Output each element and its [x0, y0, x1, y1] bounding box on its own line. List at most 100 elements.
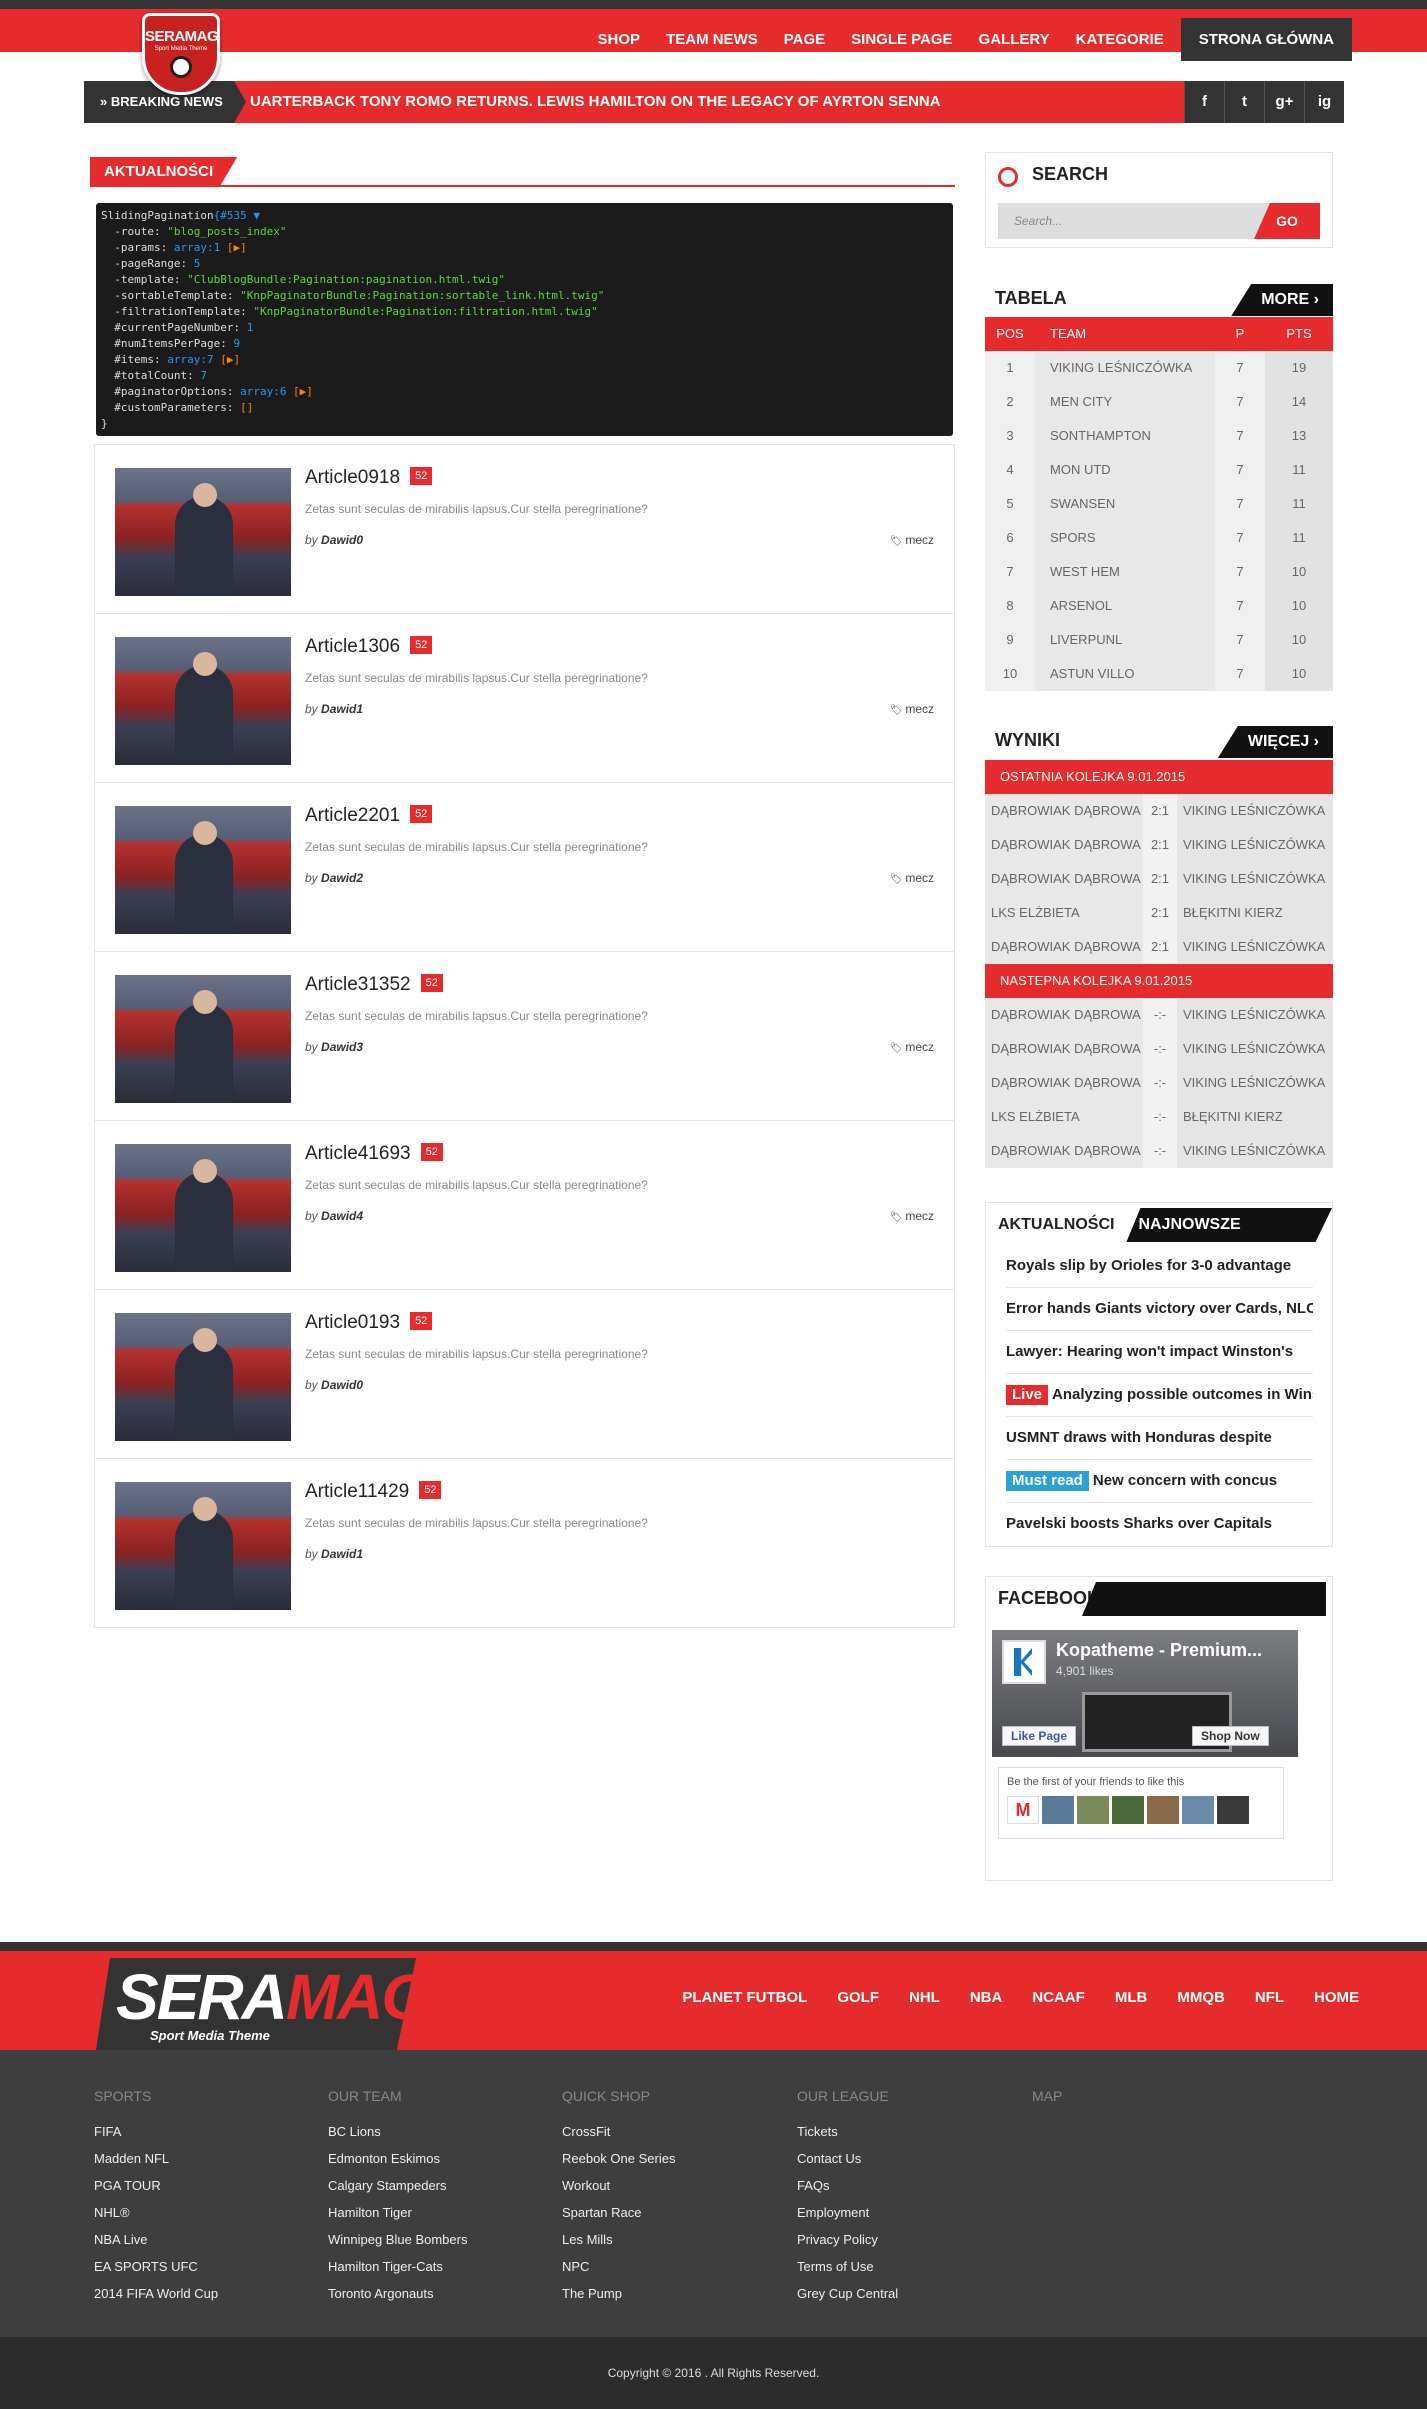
result-row[interactable]: DĄBROWIAK DĄBROWA 2:1 VIKING LEŚNICZÓWKA: [985, 930, 1333, 964]
facebook-page-name[interactable]: Kopatheme - Premium...: [1056, 1640, 1262, 1661]
footer-link[interactable]: BC Lions: [328, 2124, 467, 2139]
article-title[interactable]: Article0918: [305, 467, 400, 489]
nav-item-home[interactable]: STRONA GŁÓWNA: [1180, 18, 1352, 61]
footer-link[interactable]: Madden NFL: [94, 2151, 218, 2166]
footer-link[interactable]: FAQs: [797, 2178, 898, 2193]
avatar[interactable]: [1182, 1796, 1214, 1824]
footer-link[interactable]: Edmonton Eskimos: [328, 2151, 467, 2166]
article-title[interactable]: Article0193: [305, 1312, 400, 1334]
comment-item[interactable]: USMNT draws with Honduras despite: [1006, 1417, 1313, 1460]
article-tag[interactable]: 🏷 mecz: [890, 702, 934, 716]
avatar[interactable]: [1077, 1796, 1109, 1824]
footer-link[interactable]: PGA TOUR: [94, 2178, 218, 2193]
article-thumbnail[interactable]: [115, 975, 291, 1103]
shop-now-button[interactable]: Shop Now: [1192, 1726, 1269, 1746]
footer-link[interactable]: NPC: [562, 2259, 675, 2274]
article-thumbnail[interactable]: [115, 1313, 291, 1441]
footer-link[interactable]: Calgary Stampeders: [328, 2178, 467, 2193]
author-link[interactable]: Dawid0: [321, 533, 363, 547]
table-row[interactable]: 9 LIVERPUNL 7 10: [985, 623, 1333, 657]
footer-nav-item[interactable]: NBA: [970, 1989, 1003, 2006]
footer-link[interactable]: Privacy Policy: [797, 2232, 898, 2247]
result-row[interactable]: DĄBROWIAK DĄBROWA -:- VIKING LEŚNICZÓWKA: [985, 1032, 1333, 1066]
google-plus-icon[interactable]: g+: [1264, 81, 1304, 123]
table-row[interactable]: 8 ARSENOL 7 10: [985, 589, 1333, 623]
facebook-icon[interactable]: f: [1184, 81, 1224, 123]
result-row[interactable]: LKS ELŻBIETA 2:1 BŁĘKITNI KIERZ: [985, 896, 1333, 930]
result-row[interactable]: DĄBROWIAK DĄBROWA -:- VIKING LEŚNICZÓWKA: [985, 1134, 1333, 1168]
footer-nav-item[interactable]: HOME: [1314, 1989, 1359, 2006]
footer-link[interactable]: Toronto Argonauts: [328, 2286, 467, 2301]
footer-link[interactable]: NBA Live: [94, 2232, 218, 2247]
footer-link[interactable]: Hamilton Tiger-Cats: [328, 2259, 467, 2274]
result-row[interactable]: DĄBROWIAK DĄBROWA -:- VIKING LEŚNICZÓWKA: [985, 998, 1333, 1032]
article-tag[interactable]: 🏷 mecz: [890, 533, 934, 547]
author-link[interactable]: Dawid2: [321, 871, 363, 885]
footer-link[interactable]: FIFA: [94, 2124, 218, 2139]
nav-item-page[interactable]: PAGE: [771, 18, 838, 61]
comment-item[interactable]: Must read New concern with concus: [1006, 1460, 1313, 1503]
avatar[interactable]: [1217, 1796, 1249, 1824]
footer-link[interactable]: Hamilton Tiger: [328, 2205, 467, 2220]
footer-link[interactable]: Winnipeg Blue Bombers: [328, 2232, 467, 2247]
article-thumbnail[interactable]: [115, 468, 291, 596]
footer-link[interactable]: EA SPORTS UFC: [94, 2259, 218, 2274]
table-row[interactable]: 6 SPORS 7 11: [985, 521, 1333, 555]
instagram-icon[interactable]: ig: [1304, 81, 1344, 123]
article-thumbnail[interactable]: [115, 637, 291, 765]
footer-link[interactable]: Workout: [562, 2178, 675, 2193]
footer-nav-item[interactable]: MMQB: [1177, 1989, 1225, 2006]
debug-toggle[interactable]: [▶]: [214, 353, 240, 366]
nav-item-shop[interactable]: SHOP: [585, 18, 654, 61]
author-link[interactable]: Dawid1: [321, 702, 363, 716]
footer-link[interactable]: 2014 FIFA World Cup: [94, 2286, 218, 2301]
footer-nav-item[interactable]: MLB: [1115, 1989, 1148, 2006]
article-thumbnail[interactable]: [115, 806, 291, 934]
debug-toggle[interactable]: [▶]: [286, 385, 313, 398]
footer-nav-item[interactable]: NCAAF: [1032, 1989, 1085, 2006]
result-row[interactable]: DĄBROWIAK DĄBROWA 2:1 VIKING LEŚNICZÓWKA: [985, 828, 1333, 862]
article-title[interactable]: Article11429: [305, 1481, 409, 1503]
like-page-button[interactable]: Like Page: [1002, 1726, 1077, 1746]
result-row[interactable]: DĄBROWIAK DĄBROWA -:- VIKING LEŚNICZÓWKA: [985, 1066, 1333, 1100]
footer-nav-item[interactable]: GOLF: [837, 1989, 879, 2006]
search-input[interactable]: Search...: [998, 203, 1270, 239]
results-more-button[interactable]: WIĘCEJ ›: [1217, 726, 1333, 758]
nav-item-team-news[interactable]: TEAM NEWS: [653, 18, 771, 61]
debug-toggle[interactable]: []: [240, 401, 253, 414]
facebook-page-card[interactable]: Kopatheme - Premium... 4,901 likes Like …: [992, 1630, 1298, 1757]
article-title[interactable]: Article2201: [305, 805, 400, 827]
article-title[interactable]: Article41693: [305, 1143, 411, 1165]
footer-link[interactable]: CrossFit: [562, 2124, 675, 2139]
breaking-news-ticker[interactable]: UARTERBACK TONY ROMO RETURNS. LEWIS HAMI…: [250, 81, 941, 123]
footer-link[interactable]: Tickets: [797, 2124, 898, 2139]
avatar[interactable]: M: [1007, 1796, 1039, 1824]
footer-link[interactable]: NHL®: [94, 2205, 218, 2220]
author-link[interactable]: Dawid4: [321, 1209, 363, 1223]
avatar[interactable]: [1147, 1796, 1179, 1824]
article-title[interactable]: Article31352: [305, 974, 411, 996]
article-tag[interactable]: 🏷 mecz: [890, 1040, 934, 1054]
article-thumbnail[interactable]: [115, 1144, 291, 1272]
author-link[interactable]: Dawid1: [321, 1547, 363, 1561]
footer-link[interactable]: Reebok One Series: [562, 2151, 675, 2166]
comment-item[interactable]: Lawyer: Hearing won't impact Winston's: [1006, 1331, 1313, 1374]
nav-item-gallery[interactable]: GALLERY: [966, 18, 1063, 61]
table-row[interactable]: 1 VIKING LEŚNICZÓWKA 7 19: [985, 351, 1333, 385]
footer-logo[interactable]: SERAMAG Sport Media Theme: [96, 1958, 416, 2050]
comment-item[interactable]: Pavelski boosts Sharks over Capitals: [1006, 1503, 1313, 1546]
footer-link[interactable]: The Pump: [562, 2286, 675, 2301]
footer-link[interactable]: Grey Cup Central: [797, 2286, 898, 2301]
table-row[interactable]: 3 SONTHAMPTON 7 13: [985, 419, 1333, 453]
author-link[interactable]: Dawid3: [321, 1040, 363, 1054]
table-row[interactable]: 5 SWANSEN 7 11: [985, 487, 1333, 521]
tab-aktualnosci[interactable]: AKTUALNOŚCI: [986, 1208, 1126, 1242]
result-row[interactable]: DĄBROWIAK DĄBROWA 2:1 VIKING LEŚNICZÓWKA: [985, 862, 1333, 896]
table-row[interactable]: 4 MON UTD 7 11: [985, 453, 1333, 487]
footer-link[interactable]: Spartan Race: [562, 2205, 675, 2220]
twitter-icon[interactable]: t: [1224, 81, 1264, 123]
author-link[interactable]: Dawid0: [321, 1378, 363, 1392]
article-tag[interactable]: 🏷 mecz: [890, 1209, 934, 1223]
result-row[interactable]: DĄBROWIAK DĄBROWA 2:1 VIKING LEŚNICZÓWKA: [985, 794, 1333, 828]
avatar[interactable]: [1042, 1796, 1074, 1824]
